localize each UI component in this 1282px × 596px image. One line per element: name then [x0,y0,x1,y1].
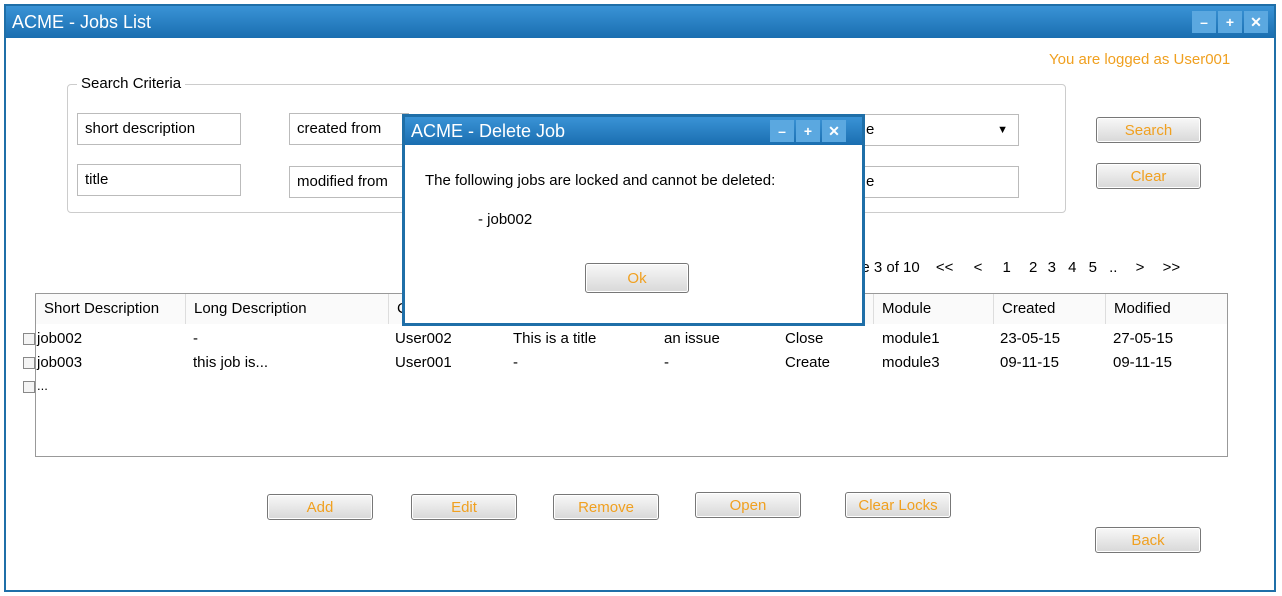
add-button[interactable]: Add [267,494,373,520]
maximize-icon[interactable]: + [1218,11,1242,33]
column-header-created[interactable]: Created [994,294,1106,324]
page-link[interactable]: 3 [1048,259,1056,276]
last-page-link[interactable]: >> [1163,259,1181,276]
next-page-link[interactable]: > [1136,259,1145,276]
cell-owner: User002 [395,330,452,347]
close-icon[interactable]: ✕ [822,120,846,142]
window-title: ACME - Jobs List [12,12,152,32]
cell-long-description: this job is... [193,354,269,371]
dialog-message: The following jobs are locked and cannot… [425,172,776,189]
window-titlebar: ACME - Jobs List – + ✕ [6,6,1274,38]
open-button[interactable]: Open [695,492,801,518]
title-field[interactable]: title [77,164,241,196]
column-header-modified[interactable]: Modified [1106,294,1227,324]
locked-job-item: - job002 [478,211,533,228]
page-link[interactable]: 5 [1089,259,1097,276]
delete-job-dialog: ACME - Delete Job – + ✕ The following jo… [402,114,865,326]
dialog-titlebar: ACME - Delete Job – + ✕ [405,117,862,145]
cell-short-description: job002 [37,330,83,347]
row-checkbox[interactable] [23,333,35,345]
row-checkbox[interactable] [23,357,35,369]
chevron-down-icon: ▼ [997,124,1008,136]
edit-button[interactable]: Edit [411,494,517,520]
cell-long-description: - [193,330,198,347]
filter-text-field[interactable]: e [858,166,1019,198]
dialog-title: ACME - Delete Job [411,121,566,141]
prev-page-link[interactable]: < [974,259,983,276]
minimize-icon[interactable]: – [770,120,794,142]
cell-title: - [513,354,518,371]
row-checkbox[interactable] [23,381,35,393]
page-link[interactable]: 1 [1003,259,1011,276]
cell-title: This is a title [513,330,597,347]
ok-button[interactable]: Ok [585,263,689,293]
clear-locks-button[interactable]: Clear Locks [845,492,951,518]
page-link[interactable]: 2 [1029,259,1037,276]
cell-module: module1 [882,330,940,347]
page-ellipsis: .. [1109,259,1118,276]
cell-modified: 09-11-15 [1113,354,1172,371]
search-button[interactable]: Search [1096,117,1201,143]
close-icon[interactable]: ✕ [1244,11,1268,33]
cell-issue: an issue [664,330,720,347]
filter-dropdown[interactable]: e ▼ [858,114,1019,146]
created-from-field[interactable]: created from [289,113,409,145]
cell-created: 09-11-15 [1000,354,1059,371]
user-status: You are logged as User001 [1049,51,1231,68]
column-header-short-description[interactable]: Short Description [36,294,186,324]
cell-short-description: job003 [37,354,83,371]
pagination: je 3 of 10 << < 1 2 3 4 5 .. > >> [858,259,1180,276]
minimize-icon[interactable]: – [1192,11,1216,33]
cell-module: module3 [882,354,940,371]
search-criteria-legend: Search Criteria [77,75,186,92]
column-header-module[interactable]: Module [874,294,994,324]
cell-action: Create [785,354,831,371]
cell-short-description: ... [37,378,48,393]
cell-issue: - [664,354,669,371]
first-page-link[interactable]: << [936,259,954,276]
cell-action: Close [785,330,824,347]
modified-from-field[interactable]: modified from [289,166,409,198]
clear-button[interactable]: Clear [1096,163,1201,189]
page-link[interactable]: 4 [1068,259,1076,276]
column-header-long-description[interactable]: Long Description [186,294,389,324]
filter-dropdown-value: e [866,121,875,138]
cell-modified: 27-05-15 [1113,330,1174,347]
maximize-icon[interactable]: + [796,120,820,142]
cell-created: 23-05-15 [1000,330,1061,347]
back-button[interactable]: Back [1095,527,1201,553]
short-description-field[interactable]: short description [77,113,241,145]
page-indicator: je 3 of 10 [858,259,920,276]
remove-button[interactable]: Remove [553,494,659,520]
cell-owner: User001 [395,354,452,371]
